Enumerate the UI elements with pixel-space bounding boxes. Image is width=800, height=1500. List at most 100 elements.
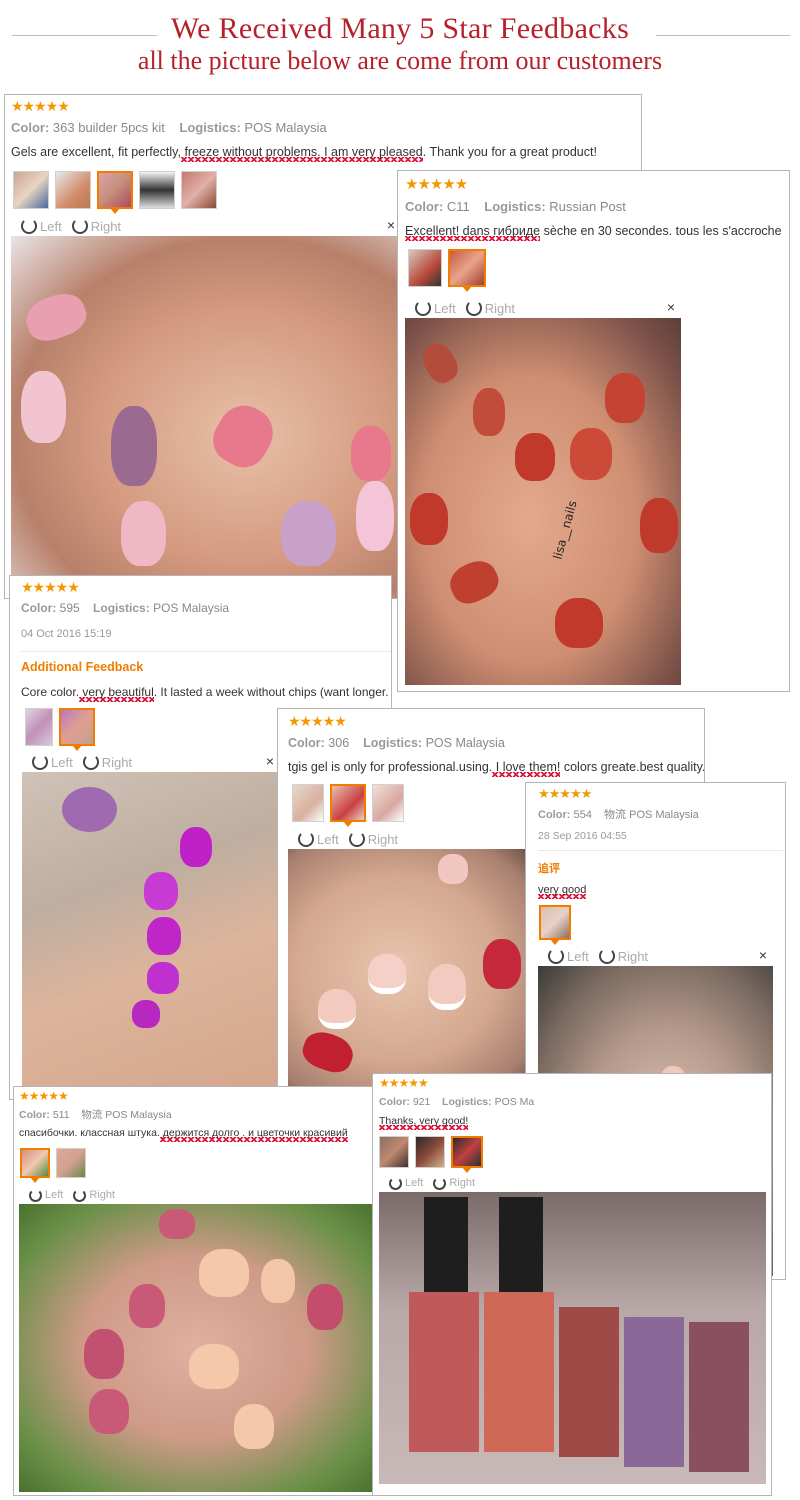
review-thumbnail[interactable]	[139, 171, 175, 209]
review-text: Gels are excellent, fit perfectly, freez…	[11, 145, 597, 159]
rotate-left-icon[interactable]	[29, 1188, 42, 1202]
nail-decoration	[20, 287, 92, 347]
review-thumbnail[interactable]	[415, 1136, 445, 1168]
review-text: Thanks, very good!	[379, 1115, 469, 1127]
nail-decoration	[180, 827, 212, 867]
rotate-left-icon[interactable]	[21, 218, 37, 234]
rotate-right-label[interactable]: Right	[618, 949, 648, 964]
image-viewer-toolbar: Left Right ×	[538, 946, 773, 966]
rotate-right-label[interactable]: Right	[89, 1189, 115, 1201]
rotate-right-icon[interactable]	[82, 754, 99, 770]
nail-decoration	[356, 481, 394, 551]
nail-decoration	[555, 598, 603, 648]
review-text: Core color. very beautiful. It lasted a …	[21, 685, 389, 699]
nail-decoration	[640, 498, 678, 553]
review-photo	[288, 849, 528, 1087]
image-viewer-toolbar: Left Right	[379, 1173, 529, 1193]
review-thumbnail-selected[interactable]	[20, 1148, 50, 1183]
rotate-right-icon[interactable]	[348, 831, 365, 847]
image-viewer-toolbar: Left Right	[288, 829, 528, 849]
review-card-2: ★★★★★ Color: C11 Logistics: Russian Post…	[397, 170, 790, 692]
rotate-left-icon[interactable]	[32, 754, 48, 770]
review-meta: Color: 511 物流 POS Malaysia	[19, 1109, 172, 1121]
review-thumbnail[interactable]	[408, 249, 442, 287]
nail-decoration	[147, 962, 179, 994]
rotate-left-label[interactable]: Left	[567, 949, 589, 964]
rating-stars: ★★★★★	[379, 1076, 429, 1090]
review-thumbnail[interactable]	[181, 171, 217, 209]
rotate-left-icon[interactable]	[298, 831, 314, 847]
divider	[21, 651, 391, 652]
nail-decoration	[298, 1026, 358, 1078]
rating-stars: ★★★★★	[288, 713, 347, 729]
review-text: спасибочки. классная штука. держится дол…	[19, 1127, 348, 1139]
thumbnail-strip	[539, 905, 571, 945]
nail-decoration	[111, 406, 157, 486]
review-thumbnail-selected[interactable]	[451, 1136, 483, 1173]
close-icon[interactable]: ×	[759, 947, 767, 963]
close-icon[interactable]: ×	[667, 299, 675, 315]
review-meta: Color: 921 Logistics: POS Ma	[379, 1096, 535, 1108]
rotate-left-label[interactable]: Left	[317, 832, 339, 847]
rotate-left-label[interactable]: Left	[51, 755, 73, 770]
review-thumbnail[interactable]	[13, 171, 49, 209]
rotate-right-icon[interactable]	[433, 1176, 447, 1190]
rotate-right-icon[interactable]	[598, 948, 615, 964]
review-thumbnail[interactable]	[25, 708, 53, 746]
nail-decoration	[515, 433, 555, 481]
nail-decoration	[351, 426, 391, 481]
rotate-right-label[interactable]: Right	[102, 755, 132, 770]
close-icon[interactable]: ×	[266, 753, 274, 769]
review-thumbnail[interactable]	[379, 1136, 409, 1168]
review-thumbnail[interactable]	[56, 1148, 86, 1178]
review-meta: Color: C11 Logistics: Russian Post	[405, 199, 626, 214]
thumbnail-strip	[408, 249, 486, 292]
review-thumbnail[interactable]	[292, 784, 324, 822]
nail-decoration	[307, 1284, 343, 1330]
review-text: Excellent! dans гибриде sèche en 30 seco…	[405, 224, 782, 238]
rotate-left-label[interactable]: Left	[45, 1189, 63, 1201]
review-thumbnail-selected[interactable]	[97, 171, 133, 214]
review-photo	[19, 1204, 374, 1492]
nail-decoration	[417, 338, 463, 388]
review-photo	[379, 1192, 766, 1484]
review-thumbnail-selected[interactable]	[330, 784, 366, 827]
nail-decoration	[189, 1344, 239, 1389]
review-card-7: ★★★★★ Color: 921 Logistics: POS Ma Thank…	[372, 1073, 772, 1496]
review-thumbnail[interactable]	[372, 784, 404, 822]
rotate-right-label[interactable]: Right	[449, 1177, 475, 1189]
review-thumbnail-selected[interactable]	[539, 905, 571, 945]
rating-stars: ★★★★★	[21, 579, 80, 595]
rotate-left-label[interactable]: Left	[405, 1177, 423, 1189]
nail-decoration	[605, 373, 645, 423]
rotate-right-label[interactable]: Right	[91, 219, 121, 234]
nail-decoration	[21, 371, 66, 443]
rotate-right-label[interactable]: Right	[485, 301, 515, 316]
rotate-right-icon[interactable]	[71, 218, 88, 234]
review-thumbnail[interactable]	[55, 171, 91, 209]
rotate-right-icon[interactable]	[73, 1188, 87, 1202]
rotate-right-label[interactable]: Right	[368, 832, 398, 847]
review-thumbnail-selected[interactable]	[448, 249, 486, 292]
rotate-left-label[interactable]: Left	[40, 219, 62, 234]
thumbnail-strip	[13, 171, 217, 214]
nail-decoration	[473, 388, 505, 436]
rotate-left-label[interactable]: Left	[434, 301, 456, 316]
rotate-left-icon[interactable]	[548, 948, 564, 964]
close-icon[interactable]: ×	[387, 217, 395, 233]
nail-decoration	[410, 493, 448, 545]
image-viewer-toolbar: Left Right ×	[22, 752, 280, 772]
rotate-right-icon[interactable]	[465, 300, 482, 316]
nail-decoration	[89, 1389, 129, 1434]
divider	[538, 850, 783, 851]
rotate-left-icon[interactable]	[389, 1176, 402, 1190]
image-viewer-toolbar: Left Right	[19, 1185, 374, 1205]
review-thumbnail-selected[interactable]	[59, 708, 95, 751]
rotate-left-icon[interactable]	[415, 300, 431, 316]
nail-decoration	[428, 964, 466, 1010]
nail-decoration	[199, 1249, 249, 1297]
nail-decoration	[204, 396, 283, 476]
nail-decoration	[132, 1000, 160, 1028]
rating-stars: ★★★★★	[538, 786, 592, 801]
thumbnail-strip	[292, 784, 404, 827]
